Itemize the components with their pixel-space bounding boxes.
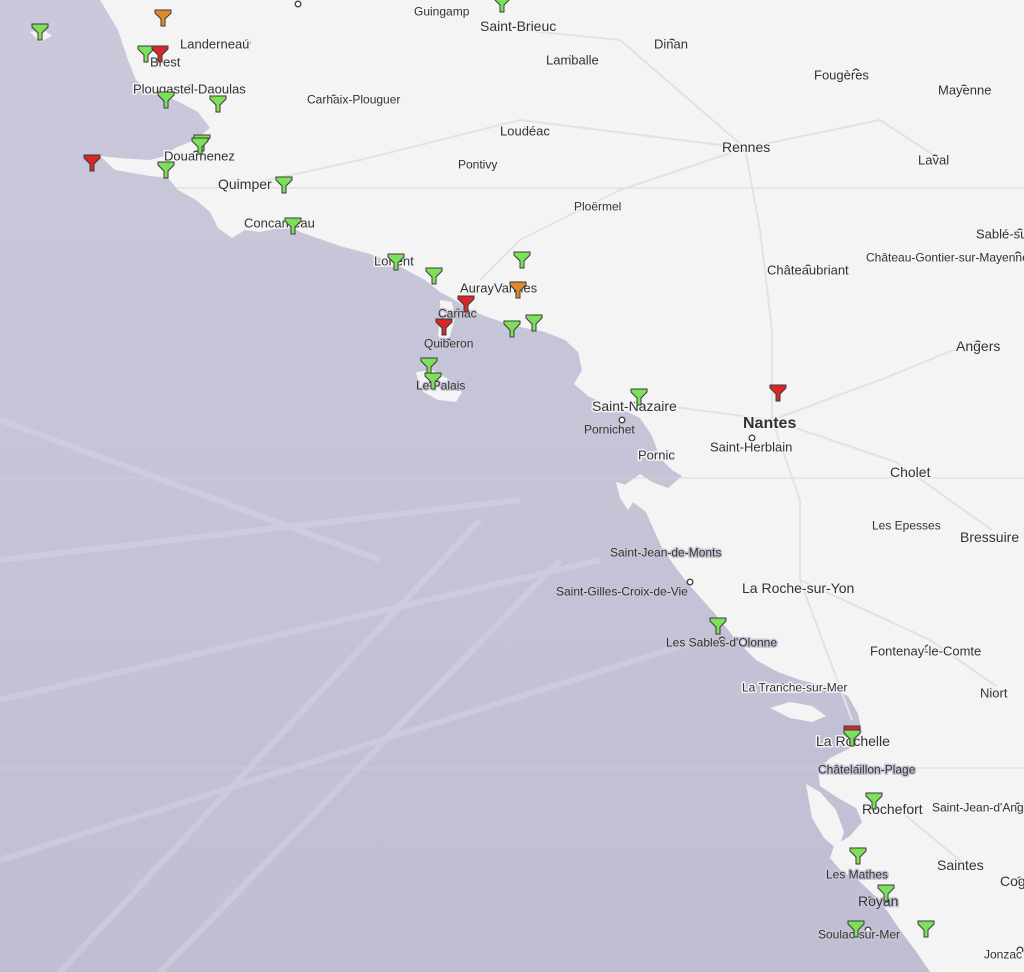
city-name: La Tranche-sur-Mer [742, 681, 847, 695]
city-name: Les Mathes [826, 868, 888, 882]
city-label[interactable]: Le Palais [415, 377, 467, 394]
city-label[interactable]: Cognac [999, 872, 1024, 891]
city-label[interactable]: Nantes [742, 413, 798, 433]
city-name: Niort [980, 685, 1008, 700]
city-label[interactable]: Les Mathes [825, 866, 890, 883]
city-label[interactable]: Jonzac [983, 946, 1024, 963]
city-label[interactable]: Quimper [217, 175, 274, 194]
city-label[interactable]: Châteaubriant [766, 261, 851, 279]
city-label[interactable]: La Tranche-sur-Mer [741, 679, 849, 696]
city-label[interactable]: Quiberon [423, 335, 475, 352]
city-label[interactable]: Saint-Jean-de-Monts [609, 544, 723, 561]
city-name: Saint-Gilles-Croix-de-Vie [556, 585, 688, 599]
city-name: Mayenne [938, 82, 991, 97]
city-name: Jonzac [984, 948, 1022, 962]
city-label[interactable]: Laval [917, 151, 951, 169]
city-label[interactable]: Angers [955, 337, 1002, 356]
city-name: La Roche-sur-Yon [742, 580, 854, 596]
city-name: Les Sables-d'Olonne [666, 636, 777, 650]
city-name: Saint-Herblain [710, 439, 792, 454]
city-name: Bressuire [960, 529, 1019, 545]
city-name: Quimper [218, 176, 272, 192]
city-label[interactable]: Carhaix-Plouguer [306, 91, 402, 108]
city-label[interactable]: Brest [149, 53, 183, 71]
city-label[interactable]: Châtelaillon-Plage [817, 761, 918, 778]
city-name: Pontivy [458, 158, 497, 172]
city-name: Angers [956, 338, 1000, 354]
city-name: Quiberon [424, 337, 473, 351]
city-name: Saint-Jean-de-Monts [610, 546, 721, 560]
city-name: Plougastel-Daoulas [133, 81, 246, 96]
city-name: Cognac [1000, 873, 1024, 889]
city-name: Fontenay-le-Comte [870, 643, 981, 658]
city-name: Châteaubriant [767, 262, 849, 277]
city-label[interactable]: Cholet [889, 463, 933, 482]
city-label[interactable]: Bressuire [959, 528, 1021, 547]
city-label[interactable]: Fontenay-le-Comte [869, 642, 983, 660]
city-dot [294, 0, 302, 8]
city-label[interactable]: Pontivy [457, 156, 499, 173]
city-label[interactable]: Rennes [721, 138, 772, 157]
city-label[interactable]: Saint-Brieuc [479, 17, 558, 36]
city-label[interactable]: Fougères [813, 66, 871, 84]
city-label[interactable]: Saint-Jean-d'Angély [931, 799, 1024, 816]
city-name: Brest [150, 54, 181, 69]
city-label[interactable]: Les Sables-d'Olonne [665, 634, 779, 651]
city-name: Saintes [937, 857, 984, 873]
city-label[interactable]: Lamballe [545, 51, 601, 69]
city-name: Ploërmel [574, 200, 621, 214]
city-label[interactable]: Mayenne [937, 81, 993, 99]
city-label[interactable]: Royan [857, 892, 900, 911]
city-name: Les Epesses [872, 519, 941, 533]
city-name: Soulac-sur-Mer [818, 928, 900, 942]
city-name: Sablé-sur-Sarthe [976, 226, 1024, 241]
city-name: Rochefort [862, 801, 923, 817]
city-name: Landerneau [180, 36, 249, 51]
city-label[interactable]: Rochefort [861, 800, 925, 819]
city-name: Châtelaillon-Plage [818, 763, 916, 777]
city-name: Laval [918, 152, 949, 167]
city-name: Loudéac [500, 123, 550, 138]
city-label[interactable]: Dinan [653, 35, 690, 53]
city-name: Saint-Nazaire [592, 398, 677, 414]
city-name: Rennes [722, 139, 770, 155]
city-label[interactable]: Ploërmel [573, 198, 623, 215]
city-name: Royan [858, 893, 898, 909]
city-name: Dinan [654, 36, 688, 51]
city-name: Guingamp [414, 5, 470, 19]
city-name: Nantes [743, 415, 796, 432]
city-name: Lamballe [546, 52, 599, 67]
city-name: Saint-Jean-d'Angély [932, 801, 1024, 815]
city-name: Saint-Brieuc [480, 18, 556, 34]
city-label[interactable]: Sablé-sur-Sarthe [975, 225, 1024, 243]
city-name: Pornic [638, 447, 675, 462]
city-name: Cholet [890, 464, 931, 480]
city-dot [686, 578, 694, 586]
city-name: Carhaix-Plouguer [307, 93, 400, 107]
city-label[interactable]: Pornic [637, 446, 677, 464]
city-label[interactable]: Niort [979, 684, 1010, 702]
city-label[interactable]: Les Epesses [871, 517, 943, 534]
city-label[interactable]: Saintes [936, 856, 986, 875]
city-name: Fougères [814, 67, 869, 82]
city-label[interactable]: Saint-Nazaire [591, 397, 679, 416]
city-label[interactable]: Loudéac [499, 122, 552, 140]
city-name: Château-Gontier-sur-Mayenne [866, 251, 1024, 265]
city-label[interactable]: Plougastel-Daoulas [132, 80, 248, 98]
city-name: Le Palais [416, 379, 465, 393]
city-label[interactable]: Auray [459, 279, 496, 297]
city-label[interactable]: Château-Gontier-sur-Mayenne [865, 249, 1024, 266]
city-name: Pornichet [584, 423, 635, 437]
city-label[interactable]: La Roche-sur-Yon [741, 579, 856, 598]
city-label[interactable]: Landerneau [179, 35, 251, 53]
city-label[interactable]: Concarneau [243, 214, 317, 232]
map-canvas[interactable]: Guingamp Saint-Brieuc Landerneau Brest Lamba… [0, 0, 1024, 972]
city-name: Auray [460, 280, 494, 295]
city-name: Concarneau [244, 215, 315, 230]
